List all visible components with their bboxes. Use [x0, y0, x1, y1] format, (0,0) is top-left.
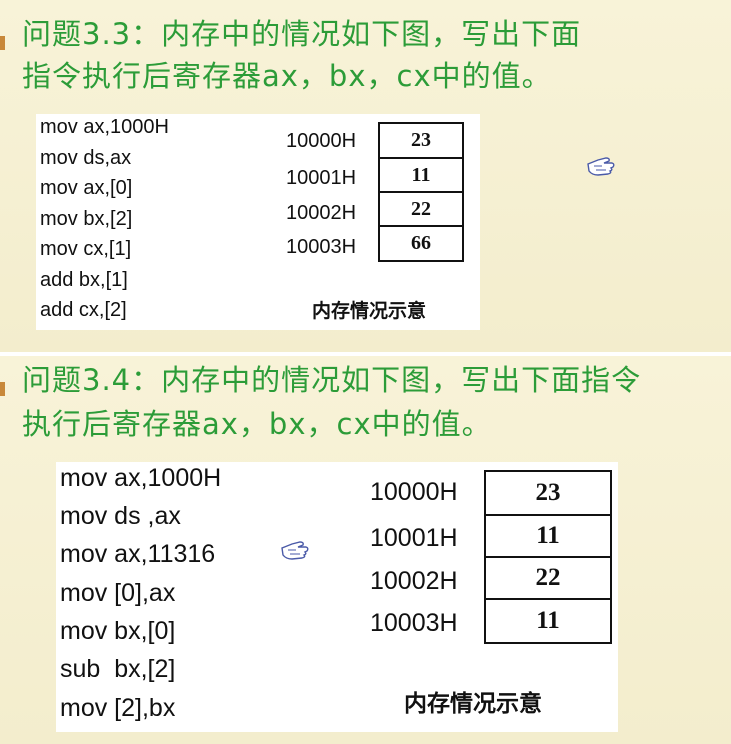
memory-cell: 11 [484, 514, 612, 558]
code-line: mov ax,1000H [60, 464, 222, 492]
memory-cell: 22 [378, 191, 464, 227]
memory-cell: 23 [378, 122, 464, 159]
code-line: mov bx,[2] [40, 208, 133, 230]
bullet-marker [0, 382, 5, 396]
pointing-hand-icon [587, 157, 615, 176]
memory-caption: 内存情况示意 [404, 691, 542, 717]
memory-cell: 11 [378, 157, 464, 193]
memory-address: 10003H [286, 236, 357, 258]
memory-cell: 11 [484, 598, 612, 644]
code-line: mov [0],ax [60, 579, 176, 607]
bullet-marker [0, 36, 5, 50]
pointing-hand-icon [281, 541, 309, 560]
code-line: mov ax,[0] [40, 177, 133, 199]
code-line: add cx,[2] [40, 299, 127, 321]
code-line: mov ax,1000H [40, 116, 169, 138]
memory-cell: 23 [484, 470, 612, 516]
memory-address: 10000H [370, 478, 458, 506]
slide-question-3-3: 问题3.3：内存中的情况如下图，写出下面 指令执行后寄存器ax，bx，cx中的值… [0, 0, 731, 352]
question-3-4-line2: 执行后寄存器ax，bx，cx中的值。 [22, 407, 492, 441]
memory-address: 10002H [286, 202, 357, 224]
code-line: add bx,[1] [40, 269, 128, 291]
memory-cell: 66 [378, 225, 464, 262]
code-line: mov cx,[1] [40, 238, 132, 260]
memory-address: 10000H [286, 130, 357, 152]
memory-address: 10001H [370, 524, 458, 552]
code-line: mov ds ,ax [60, 502, 181, 530]
memory-address: 10002H [370, 567, 458, 595]
code-line: mov [2],bx [60, 694, 176, 722]
memory-address: 10001H [286, 167, 357, 189]
code-line: sub bx,[2] [60, 655, 176, 683]
question-3-3-line1: 问题3.3：内存中的情况如下图，写出下面 [22, 17, 582, 51]
slide-question-3-4: 问题3.4：内存中的情况如下图，写出下面指令 执行后寄存器ax，bx，cx中的值… [0, 352, 731, 744]
memory-address: 10003H [370, 609, 458, 637]
code-line: mov ds,ax [40, 147, 132, 169]
question-3-4-line1: 问题3.4：内存中的情况如下图，写出下面指令 [22, 363, 642, 397]
code-line: mov ax,11316 [60, 540, 216, 568]
code-memory-figure: mov ax,1000H mov ds,ax mov ax,[0] mov bx… [36, 114, 480, 330]
code-line: mov bx,[0] [60, 617, 176, 645]
memory-cell: 22 [484, 556, 612, 600]
question-3-3-line2: 指令执行后寄存器ax，bx，cx中的值。 [22, 59, 552, 93]
memory-caption: 内存情况示意 [312, 300, 427, 322]
code-memory-figure: mov ax,1000H mov ds ,ax mov ax,11316 mov… [56, 462, 618, 732]
